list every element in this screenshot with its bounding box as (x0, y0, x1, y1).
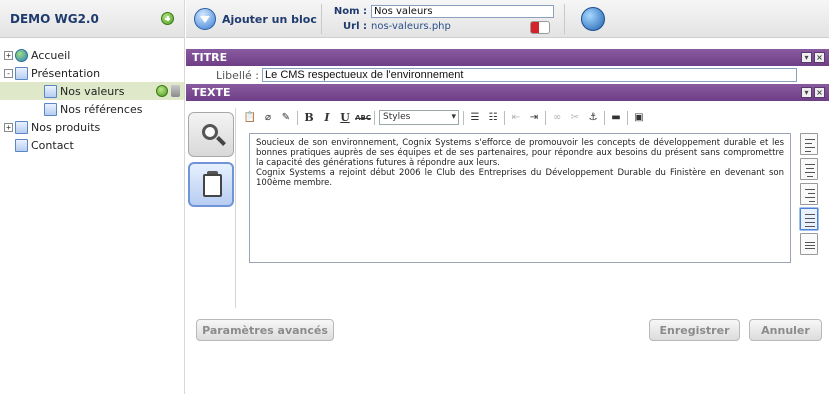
align-justify-icon[interactable] (800, 208, 818, 230)
italic-icon[interactable]: I (320, 111, 334, 125)
page-icon (15, 138, 28, 152)
cancel-button[interactable]: Annuler (749, 319, 822, 341)
link-icon[interactable]: ∞ (550, 111, 564, 125)
add-block-icon[interactable] (194, 8, 216, 30)
preview-button[interactable] (188, 112, 234, 157)
titre-header: TITRE ▾ × (186, 49, 829, 66)
nom-label: Nom : (333, 6, 367, 17)
outdent-icon[interactable]: ⇤ (509, 111, 523, 125)
home-page-icon (15, 48, 28, 62)
collapse-toggle-icon[interactable]: - (4, 68, 13, 78)
bold-icon[interactable]: B (302, 111, 316, 125)
editor-content[interactable]: Soucieux de son environnement, Cognix Sy… (249, 133, 791, 263)
minimize-icon[interactable]: ▾ (801, 87, 812, 98)
tree-item-nos-valeurs[interactable]: Nos valeurs (0, 82, 184, 100)
tree-item-label: Présentation (31, 66, 101, 80)
form-actions: Paramètres avancés Enregistrer Annuler (186, 316, 829, 346)
page-icon (15, 66, 28, 80)
page-meta: Nom : Url : nos-valeurs.php (331, 4, 554, 34)
close-icon[interactable]: × (814, 87, 825, 98)
brush-icon[interactable]: ✎ (279, 111, 293, 125)
indent-icon[interactable]: ⇥ (527, 111, 541, 125)
tree-item-contact[interactable]: Contact (0, 136, 184, 154)
block-mode-tools (186, 108, 236, 308)
unlink-icon[interactable]: ✂ (568, 111, 582, 125)
libelle-input[interactable] (262, 68, 798, 82)
url-value: nos-valeurs.php (371, 21, 451, 32)
add-block-button[interactable]: Ajouter un bloc (194, 8, 317, 30)
tree-item-label: Accueil (31, 48, 71, 62)
rich-text-editor: 📋 ⌀ ✎ B I U ABC Styles ☰ ☷ ⇤ ⇥ ∞ ✂ ⚓ (241, 108, 826, 308)
page-icon (44, 102, 57, 116)
underline-icon[interactable]: U (338, 111, 352, 125)
advanced-settings-button[interactable]: Paramètres avancés (196, 319, 334, 341)
site-header: DEMO WG2.0 (0, 0, 184, 38)
tree-item-label: Nos références (60, 102, 143, 116)
top-toolbar: Ajouter un bloc Nom : Url : nos-valeurs.… (186, 0, 829, 38)
expand-toggle-icon[interactable]: + (4, 122, 13, 132)
align-right-icon[interactable] (800, 183, 818, 205)
row-actions (156, 85, 180, 97)
tree-item-label: Contact (31, 138, 74, 152)
edit-button[interactable] (188, 162, 234, 207)
eraser-icon[interactable]: ⌀ (261, 111, 275, 125)
editor-toolbar: 📋 ⌀ ✎ B I U ABC Styles ☰ ☷ ⇤ ⇥ ∞ ✂ ⚓ (241, 108, 826, 127)
tree-item-presentation[interactable]: - Présentation (0, 64, 184, 82)
tree-item-nos-references[interactable]: Nos références (0, 100, 184, 118)
main-panel: TITRE ▾ × Libellé : TEXTE ▾ × (186, 38, 829, 394)
libelle-label: Libellé : (216, 68, 260, 82)
paragraph: Soucieux de son environnement, Cognix Sy… (256, 138, 784, 168)
libelle-row: Libellé : (186, 66, 829, 84)
minimize-icon[interactable]: ▾ (801, 52, 812, 63)
align-left-icon[interactable] (800, 133, 818, 155)
url-label: Url : (343, 21, 367, 32)
align-center-icon[interactable] (800, 158, 818, 180)
paste-icon[interactable]: 📋 (243, 111, 257, 125)
add-subpage-icon[interactable] (156, 85, 168, 97)
expand-toggle-icon[interactable]: + (4, 50, 13, 60)
trash-icon[interactable] (171, 85, 180, 97)
tree-item-label: Nos valeurs (60, 84, 125, 98)
anchor-icon[interactable]: ⚓ (586, 111, 600, 125)
titre-header-label: TITRE (192, 51, 228, 64)
sidebar: DEMO WG2.0 + Accueil - Présentation Nos … (0, 0, 185, 394)
strikethrough-icon[interactable]: ABC (355, 111, 371, 125)
page-icon (15, 120, 28, 134)
toolbar-divider (564, 4, 565, 34)
tree-item-accueil[interactable]: + Accueil (0, 46, 184, 64)
tree-item-label: Nos produits (31, 120, 101, 134)
site-title: DEMO WG2.0 (10, 11, 99, 26)
page-icon (44, 84, 57, 98)
paragraph: Cognix Systems a rejoint début 2006 le C… (256, 168, 784, 188)
page-tree: + Accueil - Présentation Nos valeurs Nos… (0, 38, 184, 154)
tree-item-nos-produits[interactable]: + Nos produits (0, 118, 184, 136)
toolbar-divider (321, 4, 322, 34)
save-button[interactable]: Enregistrer (649, 319, 740, 341)
bullet-list-icon[interactable]: ☰ (468, 111, 482, 125)
alignment-tools (798, 133, 822, 258)
source-code-icon[interactable]: ▣ (632, 111, 646, 125)
horizontal-rule-icon[interactable]: ▬ (609, 111, 623, 125)
clipboard-edit-icon (203, 174, 222, 197)
add-page-icon[interactable] (161, 12, 174, 25)
texte-block: 📋 ⌀ ✎ B I U ABC Styles ☰ ☷ ⇤ ⇥ ∞ ✂ ⚓ (186, 108, 829, 308)
globe-icon[interactable] (581, 7, 605, 31)
language-flag-icon[interactable] (530, 21, 550, 34)
numbered-list-icon[interactable]: ☷ (486, 111, 500, 125)
align-block-icon[interactable] (800, 233, 818, 255)
texte-header: TEXTE ▾ × (186, 84, 829, 101)
styles-select[interactable]: Styles (379, 110, 459, 125)
close-icon[interactable]: × (814, 52, 825, 63)
texte-header-label: TEXTE (192, 86, 231, 99)
add-block-label: Ajouter un bloc (222, 12, 317, 26)
nom-input[interactable] (371, 5, 554, 18)
